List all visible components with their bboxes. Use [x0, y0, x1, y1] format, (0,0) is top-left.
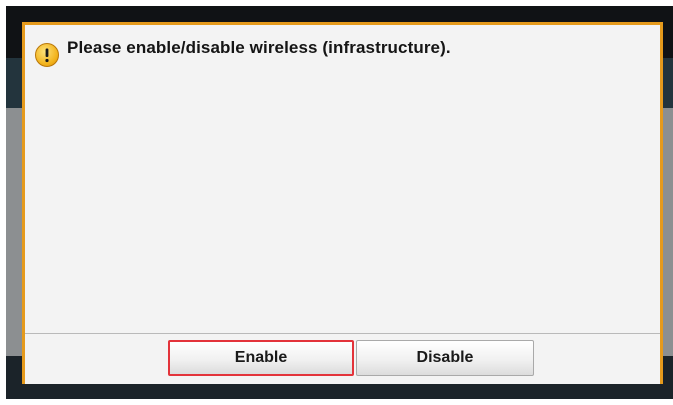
wireless-mode-dialog: Please enable/disable wireless (infrastr… — [22, 22, 663, 384]
exclamation-glyph — [45, 48, 49, 63]
printer-panel-screen: Please enable/disable wireless (infrastr… — [6, 6, 673, 399]
disable-button-label: Disable — [416, 349, 474, 366]
dialog-button-bar: Enable Disable — [25, 334, 660, 384]
dialog-message-row: Please enable/disable wireless (infrastr… — [35, 37, 451, 67]
dialog-message: Please enable/disable wireless (infrastr… — [67, 38, 451, 57]
disable-button[interactable]: Disable — [356, 340, 534, 376]
warning-icon — [35, 43, 59, 67]
enable-button[interactable]: Enable — [168, 340, 354, 376]
enable-button-label: Enable — [234, 349, 288, 366]
